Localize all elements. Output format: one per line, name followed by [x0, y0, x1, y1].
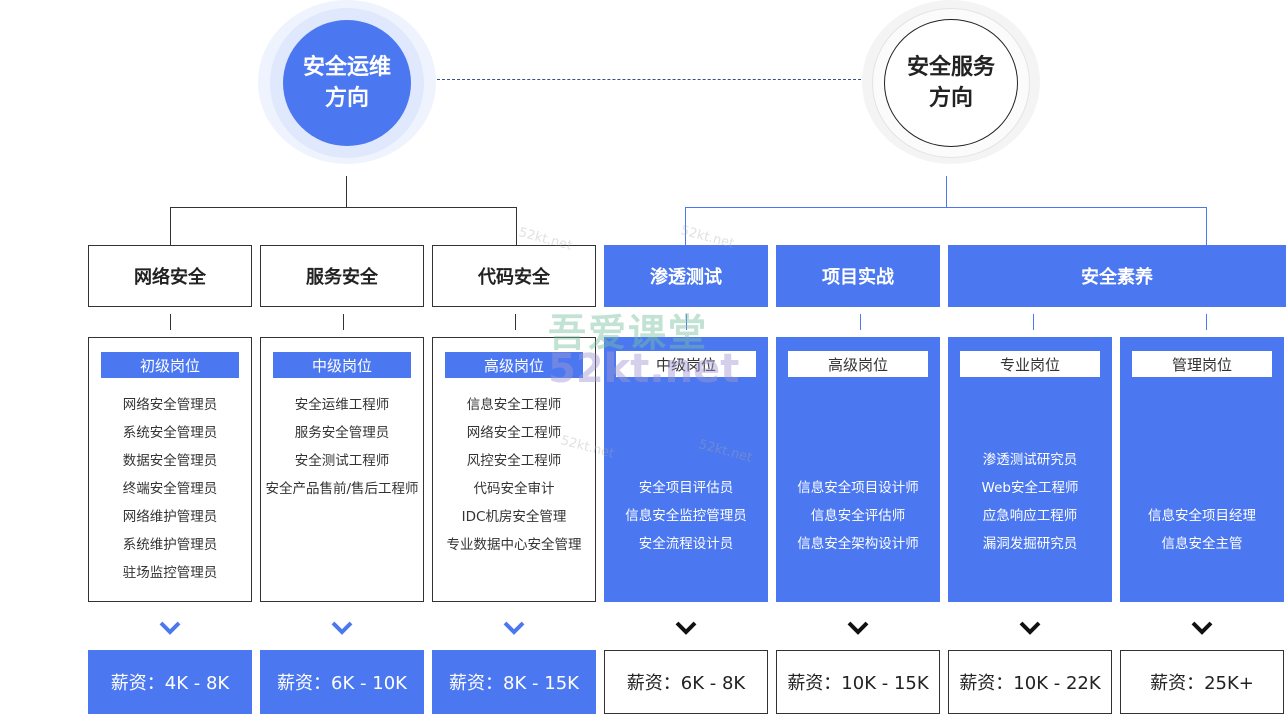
list-item: 信息安全主管: [1161, 536, 1243, 552]
job-panel-management: 管理岗位 信息安全项目经理 信息安全主管: [1120, 337, 1284, 602]
salary-management: 薪资：25K+: [1120, 650, 1284, 714]
ops-direction-line1: 安全运维: [302, 55, 391, 80]
list-item: 系统安全管理员: [122, 425, 218, 441]
list-item: 信息安全项目设计师: [797, 480, 919, 496]
chevron-down-icon: [159, 621, 181, 635]
ops-direction-circle: 安全运维 方向: [283, 20, 411, 146]
list-item: 代码安全审计: [473, 481, 555, 497]
connector-line: [686, 314, 687, 330]
service-direction-circle: 安全服务 方向: [884, 19, 1018, 147]
list-item: 驻场监控管理员: [122, 565, 218, 581]
list-item: 安全产品售前/售后工程师: [265, 481, 419, 497]
job-list: 网络安全管理员 系统安全管理员 数据安全管理员 终端安全管理员 网络维护管理员 …: [89, 391, 251, 587]
list-item: 网络维护管理员: [122, 509, 218, 525]
list-item: 服务安全管理员: [294, 425, 390, 441]
chevron-down-icon: [675, 621, 697, 635]
header-code-security: 代码安全: [432, 245, 596, 307]
connector-line: [170, 207, 171, 245]
job-panel-professional: 专业岗位 渗透测试研究员 Web安全工程师 应急响应工程师 漏洞发掘研究员: [948, 337, 1112, 602]
job-list: 安全项目评估员 信息安全监控管理员 安全流程设计员: [604, 474, 768, 558]
connector-line: [170, 207, 517, 208]
header-service-security: 服务安全: [260, 245, 424, 307]
level-tag: 专业岗位: [960, 351, 1100, 377]
chevron-down-icon: [1191, 621, 1213, 635]
level-tag: 管理岗位: [1132, 351, 1272, 377]
ops-direction-line2: 方向: [324, 86, 369, 111]
job-panel-project: 高级岗位 信息安全项目设计师 信息安全评估师 信息安全架构设计师: [776, 337, 940, 602]
connector-line: [346, 176, 347, 208]
connector-line: [860, 314, 861, 330]
salary-penetration: 薪资：6K - 8K: [604, 650, 768, 714]
list-item: 安全流程设计员: [638, 536, 734, 552]
chevron-down-icon: [331, 621, 353, 635]
job-list: 信息安全项目设计师 信息安全评估师 信息安全架构设计师: [776, 474, 940, 558]
list-item: 应急响应工程师: [982, 508, 1078, 524]
service-direction-line1: 安全服务: [906, 55, 995, 80]
connector-line: [946, 176, 947, 208]
list-item: 系统维护管理员: [122, 537, 218, 553]
service-direction-line2: 方向: [928, 86, 973, 111]
salary-professional: 薪资：10K - 22K: [948, 650, 1112, 714]
connector-line: [1033, 314, 1034, 330]
connector-line: [343, 314, 344, 330]
job-panel-network: 初级岗位 网络安全管理员 系统安全管理员 数据安全管理员 终端安全管理员 网络维…: [88, 337, 252, 602]
job-list: 信息安全项目经理 信息安全主管: [1120, 502, 1284, 558]
connector-line: [515, 314, 516, 330]
chevron-down-icon: [1019, 621, 1041, 635]
job-panel-penetration: 中级岗位 安全项目评估员 信息安全监控管理员 安全流程设计员: [604, 337, 768, 602]
list-item: 安全项目评估员: [638, 480, 734, 496]
job-list: 安全运维工程师 服务安全管理员 安全测试工程师 安全产品售前/售后工程师: [261, 391, 423, 503]
list-item: 网络安全工程师: [466, 425, 562, 441]
job-list: 信息安全工程师 网络安全工程师 风控安全工程师 代码安全审计 IDC机房安全管理…: [433, 391, 595, 559]
list-item: 渗透测试研究员: [982, 452, 1078, 468]
header-penetration-testing: 渗透测试: [604, 245, 768, 307]
list-item: 风控安全工程师: [466, 453, 562, 469]
list-item: 信息安全架构设计师: [797, 536, 919, 552]
list-item: 信息安全监控管理员: [625, 508, 747, 524]
dashed-connector: [437, 79, 861, 80]
list-item: 信息安全评估师: [810, 508, 906, 524]
chevron-down-icon: [847, 621, 869, 635]
list-item: 安全测试工程师: [294, 453, 390, 469]
salary-project: 薪资：10K - 15K: [776, 650, 940, 714]
header-network-security: 网络安全: [88, 245, 252, 307]
connector-line: [516, 207, 517, 245]
list-item: 终端安全管理员: [122, 481, 218, 497]
list-item: 信息安全工程师: [466, 397, 562, 413]
list-item: 网络安全管理员: [122, 397, 218, 413]
list-item: 漏洞发掘研究员: [982, 536, 1078, 552]
list-item: 安全运维工程师: [294, 397, 390, 413]
salary-network: 薪资：4K - 8K: [88, 650, 252, 714]
level-tag: 初级岗位: [101, 352, 239, 378]
chevron-down-icon: [503, 621, 525, 635]
header-security-literacy: 安全素养: [948, 245, 1286, 307]
list-item: Web安全工程师: [981, 480, 1079, 496]
list-item: 信息安全项目经理: [1148, 508, 1256, 524]
level-tag: 中级岗位: [616, 351, 756, 377]
job-panel-code: 高级岗位 信息安全工程师 网络安全工程师 风控安全工程师 代码安全审计 IDC机…: [432, 337, 596, 602]
connector-line: [685, 207, 686, 245]
salary-code: 薪资：8K - 15K: [432, 650, 596, 714]
list-item: 数据安全管理员: [122, 453, 218, 469]
salary-service: 薪资：6K - 10K: [260, 650, 424, 714]
connector-line: [1206, 314, 1207, 330]
list-item: 专业数据中心安全管理: [446, 537, 582, 553]
job-list: 渗透测试研究员 Web安全工程师 应急响应工程师 漏洞发掘研究员: [948, 446, 1112, 558]
list-item: IDC机房安全管理: [461, 509, 567, 525]
level-tag: 高级岗位: [788, 351, 928, 377]
level-tag: 高级岗位: [445, 352, 583, 378]
connector-line: [170, 314, 171, 330]
level-tag: 中级岗位: [273, 352, 411, 378]
job-panel-service: 中级岗位 安全运维工程师 服务安全管理员 安全测试工程师 安全产品售前/售后工程…: [260, 337, 424, 602]
connector-line: [685, 207, 1207, 208]
connector-line: [1206, 207, 1207, 245]
header-project-practice: 项目实战: [776, 245, 940, 307]
